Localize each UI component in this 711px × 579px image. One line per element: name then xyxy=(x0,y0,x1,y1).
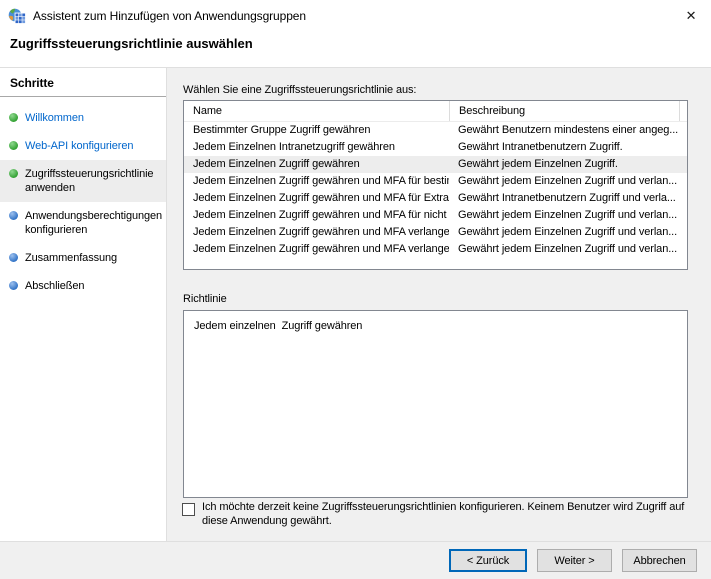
cell-name: Jedem Einzelnen Zugriff gewähren und MFA… xyxy=(184,224,449,241)
adfs-app-icon xyxy=(8,7,26,25)
skip-policy-option: Ich möchte derzeit keine Zugriffssteueru… xyxy=(182,500,688,528)
cell-description: Gewährt jedem Einzelnen Zugriff und verl… xyxy=(449,173,687,190)
close-icon[interactable]: ✕ xyxy=(680,6,702,26)
cell-name: Jedem Einzelnen Zugriff gewähren und MFA… xyxy=(184,190,449,207)
step-status-icon xyxy=(9,141,18,150)
sidebar-item-4: Zusammenfassung xyxy=(0,244,166,272)
cell-name: Jedem Einzelnen Zugriff gewähren xyxy=(184,156,449,173)
cell-name: Bestimmter Gruppe Zugriff gewähren xyxy=(184,122,449,139)
table-row[interactable]: Jedem Einzelnen Zugriff gewähren und MFA… xyxy=(184,190,687,207)
cell-description: Gewährt Intranetbenutzern Zugriff. xyxy=(449,139,687,156)
cell-name: Jedem Einzelnen Zugriff gewähren und MFA… xyxy=(184,207,449,224)
cancel-button[interactable]: Abbrechen xyxy=(622,549,697,572)
cell-description: Gewährt jedem Einzelnen Zugriff und verl… xyxy=(449,241,687,258)
column-header-description[interactable]: Beschreibung xyxy=(449,101,687,121)
sidebar-item-label: Zusammenfassung xyxy=(25,251,117,265)
sidebar-item-0[interactable]: Willkommen xyxy=(0,104,166,132)
cell-name: Jedem Einzelnen Zugriff gewähren und MFA… xyxy=(184,173,449,190)
sidebar-item-label: Abschließen xyxy=(25,279,84,293)
sidebar-item-label: Zugriffssteuerungsrichtlinie anwenden xyxy=(25,167,163,195)
steps-list: Willkommen Web-API konfigurieren Zugriffss… xyxy=(0,97,166,300)
sidebar-item-1[interactable]: Web-API konfigurieren xyxy=(0,132,166,160)
step-status-icon xyxy=(9,169,18,178)
table-row[interactable]: Jedem Einzelnen Zugriff gewähren und MFA… xyxy=(184,173,687,190)
policy-description-box: Jedem einzelnen Zugriff gewähren xyxy=(183,310,688,498)
table-body: Bestimmter Gruppe Zugriff gewährenGewähr… xyxy=(184,122,687,258)
column-header-name[interactable]: Name xyxy=(184,101,449,121)
cell-description: Gewährt Intranetbenutzern Zugriff und ve… xyxy=(449,190,687,207)
page-title: Zugriffssteuerungsrichtlinie auswählen xyxy=(10,36,253,51)
steps-heading: Schritte xyxy=(0,68,166,97)
steps-sidebar: Schritte Willkommen Web-API konfigurieren… xyxy=(0,68,167,541)
titlebar: Assistent zum Hinzufügen von Anwendungsg… xyxy=(0,0,711,32)
sidebar-item-3: Anwendungsberechtigungen konfigurieren xyxy=(0,202,166,244)
window-title: Assistent zum Hinzufügen von Anwendungsg… xyxy=(33,9,306,23)
sidebar-item-label: Willkommen xyxy=(25,111,84,125)
back-button[interactable]: < Zurück xyxy=(449,549,527,572)
table-row[interactable]: Jedem Einzelnen Zugriff gewähren und MFA… xyxy=(184,224,687,241)
skip-policy-checkbox-label[interactable]: Ich möchte derzeit keine Zugriffssteueru… xyxy=(202,500,688,528)
sidebar-item-label: Web-API konfigurieren xyxy=(25,139,133,153)
policy-box-label: Richtlinie xyxy=(183,293,227,305)
table-header: Name Beschreibung xyxy=(184,101,687,122)
table-row[interactable]: Jedem Einzelnen Zugriff gewähren und MFA… xyxy=(184,241,687,258)
sidebar-item-5: Abschließen xyxy=(0,272,166,300)
wizard-window: Assistent zum Hinzufügen von Anwendungsg… xyxy=(0,0,711,579)
policy-table: Name Beschreibung Bestimmter Gruppe Zugr… xyxy=(183,100,688,270)
cell-name: Jedem Einzelnen Zugriff gewähren und MFA… xyxy=(184,241,449,258)
cell-description: Gewährt Benutzern mindestens einer angeg… xyxy=(449,122,687,139)
step-status-icon xyxy=(9,253,18,262)
table-caption: Wählen Sie eine Zugriffssteuerungsrichtl… xyxy=(183,84,416,96)
cell-description: Gewährt jedem Einzelnen Zugriff und verl… xyxy=(449,224,687,241)
table-row[interactable]: Bestimmter Gruppe Zugriff gewährenGewähr… xyxy=(184,122,687,139)
table-row[interactable]: Jedem Einzelnen Intranetzugriff gewähren… xyxy=(184,139,687,156)
table-row[interactable]: Jedem Einzelnen Zugriff gewähren und MFA… xyxy=(184,207,687,224)
next-button[interactable]: Weiter > xyxy=(537,549,612,572)
sidebar-item-label: Anwendungsberechtigungen konfigurieren xyxy=(25,209,163,237)
footer-button-bar: < Zurück Weiter > Abbrechen xyxy=(0,541,711,579)
cell-description: Gewährt jedem Einzelnen Zugriff und verl… xyxy=(449,207,687,224)
sidebar-item-2[interactable]: Zugriffssteuerungsrichtlinie anwenden xyxy=(0,160,166,202)
step-status-icon xyxy=(9,113,18,122)
cell-name: Jedem Einzelnen Intranetzugriff gewähren xyxy=(184,139,449,156)
cell-description: Gewährt jedem Einzelnen Zugriff. xyxy=(449,156,687,173)
step-status-icon xyxy=(9,211,18,220)
window-header: Assistent zum Hinzufügen von Anwendungsg… xyxy=(0,0,711,68)
wizard-page-content: Wählen Sie eine Zugriffssteuerungsrichtl… xyxy=(168,68,711,541)
skip-policy-checkbox[interactable] xyxy=(182,503,195,516)
step-status-icon xyxy=(9,281,18,290)
table-row[interactable]: Jedem Einzelnen Zugriff gewährenGewährt … xyxy=(184,156,687,173)
